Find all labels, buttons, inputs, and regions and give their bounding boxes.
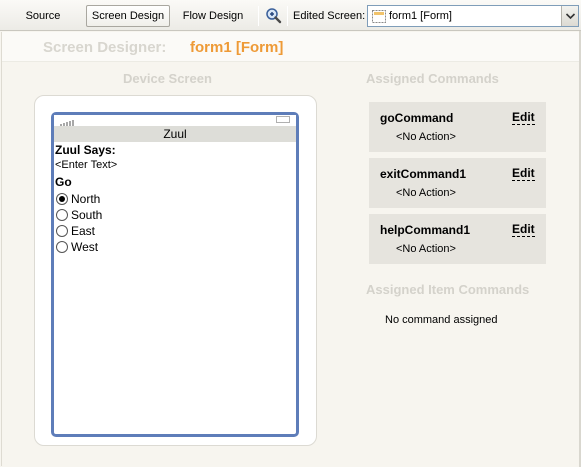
command-action: <No Action> <box>396 187 456 199</box>
no-item-command-text: No command assigned <box>385 314 498 326</box>
radio-label: East <box>71 224 96 238</box>
radio-button[interactable] <box>56 225 68 237</box>
designer-form-name: form1 [Form] <box>190 39 284 56</box>
command-action: <No Action> <box>396 243 456 255</box>
chevron-down-icon[interactable] <box>561 6 578 26</box>
edited-screen-select[interactable]: form1 [Form] <box>367 5 579 27</box>
status-bar <box>54 115 296 126</box>
signal-icon <box>60 117 74 126</box>
choice-group-label[interactable]: Go <box>55 175 72 189</box>
assigned-item-commands-heading: Assigned Item Commands <box>366 282 530 297</box>
command-card-exit[interactable]: exitCommand1 Edit <No Action> <box>369 158 546 208</box>
edited-screen-value: form1 [Form] <box>389 10 452 22</box>
command-card-help[interactable]: helpCommand1 Edit <No Action> <box>369 214 546 264</box>
assigned-commands-heading: Assigned Commands <box>366 71 499 86</box>
edit-command-link[interactable]: Edit <box>512 167 535 181</box>
command-card-go[interactable]: goCommand Edit <No Action> <box>369 102 546 152</box>
tab-flow-design[interactable]: Flow Design <box>177 5 249 27</box>
text-field-item[interactable]: <Enter Text> <box>55 159 117 171</box>
tab-source[interactable]: Source <box>18 5 68 27</box>
tab-screen-design[interactable]: Screen Design <box>86 5 170 27</box>
battery-icon <box>276 116 290 123</box>
radio-label: North <box>71 192 101 206</box>
command-name: helpCommand1 <box>380 223 471 237</box>
tab-flow-design-label: Flow Design <box>182 10 244 22</box>
edited-screen-label: Edited Screen: <box>293 10 366 22</box>
form-icon <box>372 10 386 23</box>
command-name: exitCommand1 <box>380 167 467 181</box>
designer-header: Screen Designer: form1 [Form] <box>2 32 581 62</box>
tab-screen-design-label: Screen Design <box>91 10 165 22</box>
tab-source-label: Source <box>25 10 61 22</box>
radio-button-checked[interactable] <box>56 193 68 205</box>
zoom-in-icon[interactable] <box>264 6 284 26</box>
radio-button[interactable] <box>56 209 68 221</box>
command-name: goCommand <box>380 111 454 125</box>
toolbar: Source Screen Design Flow Design Edited … <box>0 0 581 31</box>
radio-label: West <box>71 240 99 254</box>
radio-button[interactable] <box>56 241 68 253</box>
designer-title: Screen Designer: <box>43 39 167 56</box>
device-screen-heading: Device Screen <box>123 71 212 86</box>
edit-command-link[interactable]: Edit <box>512 223 535 237</box>
toolbar-separator <box>287 6 288 26</box>
edit-command-link[interactable]: Edit <box>512 111 535 125</box>
command-action: <No Action> <box>396 131 456 143</box>
device-screen[interactable]: Zuul Zuul Says: <Enter Text> Go North So… <box>51 112 299 437</box>
toolbar-separator <box>258 6 259 26</box>
screen-title-text: Zuul <box>163 127 187 141</box>
radio-label: South <box>71 208 103 222</box>
string-item-label[interactable]: Zuul Says: <box>55 143 116 157</box>
screen-title: Zuul <box>54 126 296 142</box>
